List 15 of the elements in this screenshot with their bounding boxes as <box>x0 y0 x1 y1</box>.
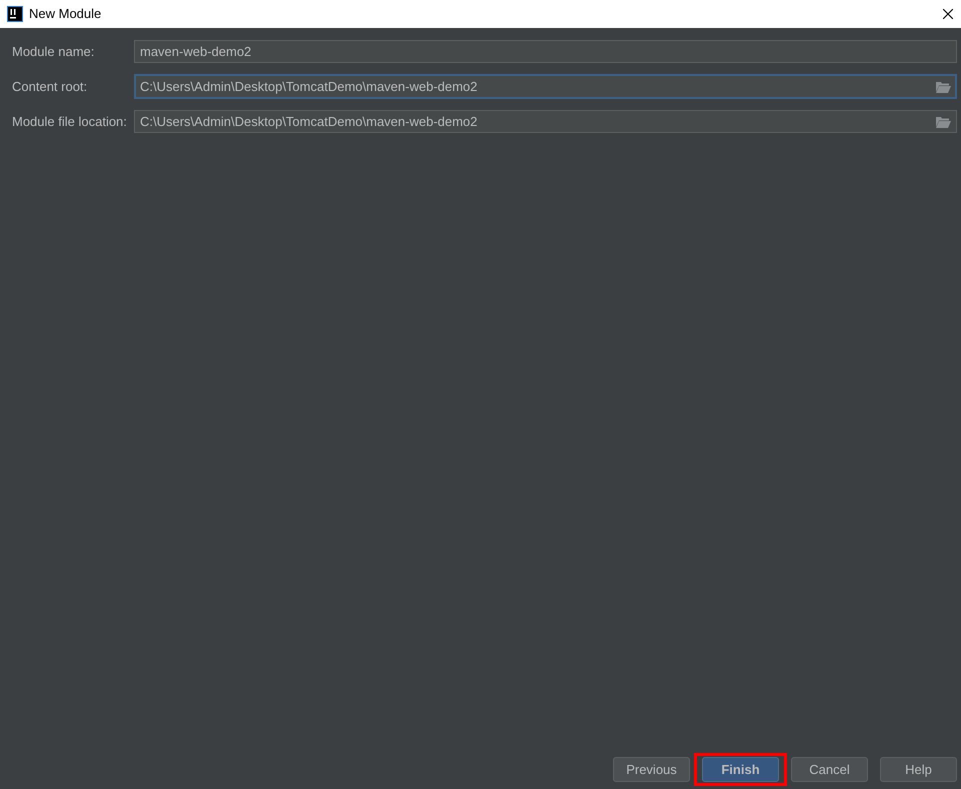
text-field[interactable]: C:\Users\Admin\Desktop\TomcatDemo\maven-web-demo2 <box>134 74 957 99</box>
text-field[interactable]: maven-web-demo2 <box>134 40 957 63</box>
dialog-button[interactable]: Help <box>880 757 957 782</box>
folder-icon[interactable] <box>936 80 951 92</box>
text-field[interactable]: C:\Users\Admin\Desktop\TomcatDemo\maven-web-demo2 <box>134 110 957 133</box>
dialog-button[interactable]: Finish <box>702 757 779 782</box>
field-label: Content root: <box>12 78 88 96</box>
close-icon[interactable] <box>943 9 953 19</box>
window-title: New Module <box>29 5 102 24</box>
field-label: Module name: <box>12 42 96 61</box>
dialog-button[interactable]: Cancel <box>791 757 868 782</box>
app-logo-icon <box>7 6 23 22</box>
dialog-button[interactable]: Previous <box>613 757 690 782</box>
field-label: Module file location: <box>12 112 128 131</box>
folder-icon[interactable] <box>936 116 951 128</box>
